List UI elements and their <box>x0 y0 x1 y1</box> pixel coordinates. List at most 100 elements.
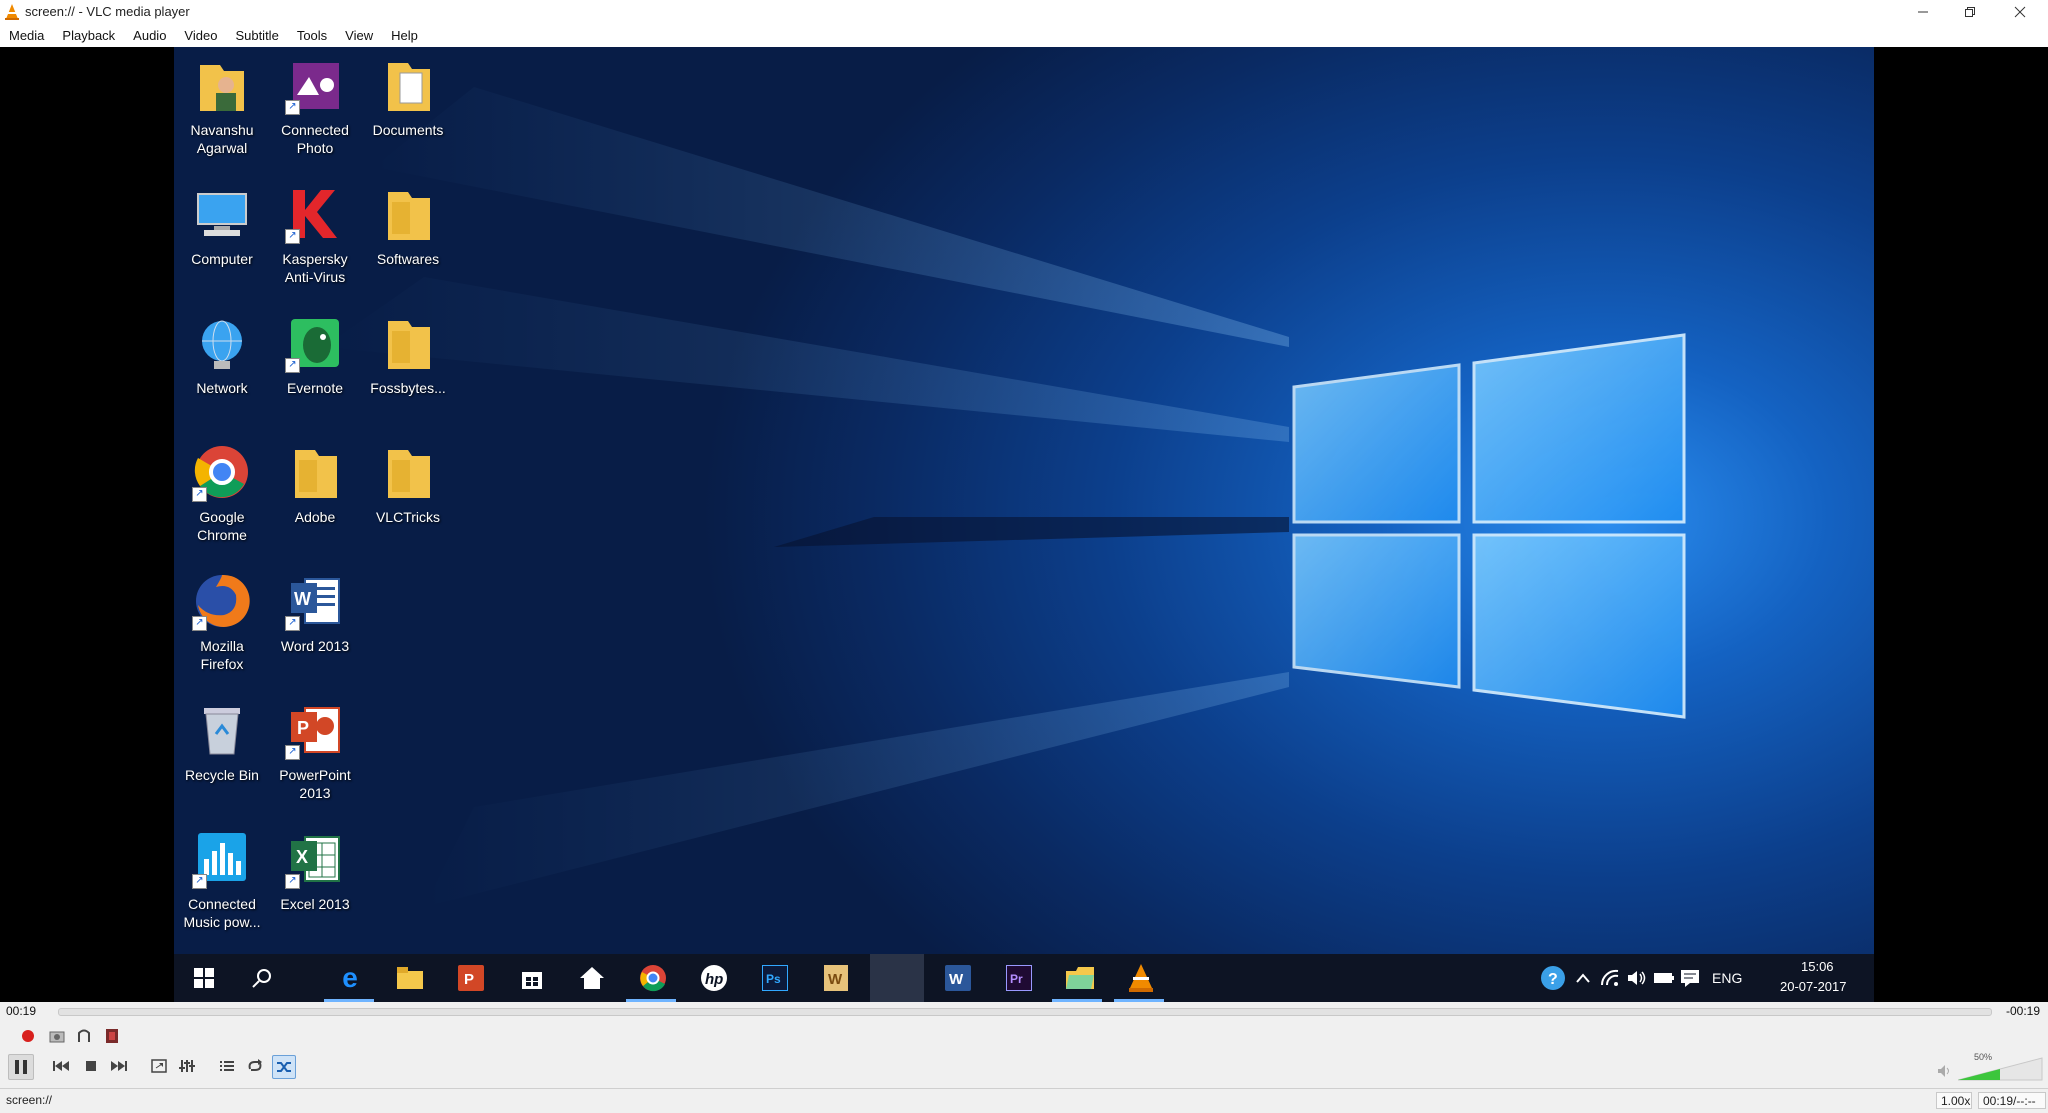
search-icon[interactable] <box>246 962 278 994</box>
shortcut-arrow-icon: ↗ <box>192 874 207 889</box>
taskbar-date[interactable]: 20-07-2017 <box>1780 979 1847 994</box>
frame-by-frame-button[interactable] <box>101 1025 123 1047</box>
snapshot-button[interactable] <box>46 1025 68 1047</box>
fullscreen-icon <box>151 1059 167 1073</box>
playback-speed[interactable]: 1.00x <box>1936 1092 1972 1109</box>
desktop-icon-chrome[interactable]: ↗ Google Chrome <box>174 442 270 544</box>
taskbar-time[interactable]: 15:06 <box>1801 959 1834 974</box>
loop-ab-button[interactable] <box>73 1025 95 1047</box>
desktop-icon-label: Recycle Bin <box>185 767 259 783</box>
next-button[interactable] <box>108 1055 130 1077</box>
desktop-icon-evernote[interactable]: ↗ Evernote <box>267 313 363 397</box>
menu-video[interactable]: Video <box>175 25 226 47</box>
stop-button[interactable] <box>80 1055 102 1077</box>
desktop-icon-recycle-bin[interactable]: Recycle Bin <box>174 700 270 784</box>
shortcut-arrow-icon: ↗ <box>192 487 207 502</box>
help-icon[interactable]: ? <box>1537 962 1569 994</box>
language-indicator[interactable]: ENG <box>1712 970 1742 986</box>
close-button[interactable] <box>1997 0 2043 24</box>
vlc-taskbar-icon[interactable] <box>1125 962 1157 994</box>
file-explorer-icon[interactable] <box>394 962 426 994</box>
menu-subtitle[interactable]: Subtitle <box>226 25 287 47</box>
video-area[interactable]: Navanshu Agarwal ↗ Connected Photo Document… <box>0 47 2048 1002</box>
desktop-icon-folder[interactable]: Fossbytes... <box>360 313 456 397</box>
desktop-icon-computer[interactable]: Computer <box>174 184 270 268</box>
remaining-time[interactable]: -00:19 <box>2006 1004 2040 1018</box>
word-icon[interactable]: W <box>942 962 974 994</box>
notifications-icon[interactable] <box>1674 962 1706 994</box>
previous-icon <box>53 1061 69 1071</box>
folder-icon[interactable] <box>1064 962 1096 994</box>
desktop-icon-documents-folder[interactable]: Documents <box>360 55 456 139</box>
restore-button[interactable] <box>1947 0 1993 24</box>
evernote-icon: ↗ <box>285 313 345 373</box>
shuffle-icon <box>277 1062 291 1072</box>
desktop-icon-label: PowerPoint 2013 <box>279 767 351 801</box>
desktop-icon-kaspersky[interactable]: ↗ Kaspersky Anti-Virus <box>267 184 363 286</box>
home-icon[interactable] <box>576 962 608 994</box>
folder-icon <box>378 184 438 244</box>
premiere-icon[interactable]: Pr <box>1003 962 1035 994</box>
store-icon[interactable] <box>516 962 548 994</box>
extended-settings-button[interactable] <box>176 1055 198 1077</box>
folder-icon <box>285 442 345 502</box>
restore-icon <box>1965 7 1975 17</box>
desktop-icon-network[interactable]: Network <box>174 313 270 397</box>
chrome-icon[interactable] <box>637 962 669 994</box>
desktop-icon-label: Adobe <box>294 509 336 525</box>
record-icon <box>22 1030 34 1042</box>
hp-icon[interactable]: hp <box>698 962 730 994</box>
desktop-icon-music[interactable]: ↗ Connected Music pow... <box>174 829 270 931</box>
film-icon <box>106 1029 118 1043</box>
desktop-icon-label: Kaspersky Anti-Virus <box>282 251 348 285</box>
edge-icon[interactable]: e <box>334 962 366 994</box>
start-icon[interactable] <box>188 962 220 994</box>
volume-graphic <box>1957 1057 2043 1081</box>
desktop-icon-folder[interactable]: VLCTricks <box>360 442 456 526</box>
status-time[interactable]: 00:19/--:-- <box>1978 1092 2046 1109</box>
pause-button[interactable] <box>8 1054 34 1080</box>
record-button[interactable] <box>17 1025 39 1047</box>
desktop-icon-label: Connected Music pow... <box>183 896 261 930</box>
mute-button[interactable] <box>1936 1062 1954 1080</box>
desktop-icon-folder[interactable]: Adobe <box>267 442 363 526</box>
desktop-icon-connected-photo[interactable]: ↗ Connected Photo <box>267 55 363 157</box>
svg-text:hp: hp <box>705 971 723 988</box>
menu-view[interactable]: View <box>336 25 382 47</box>
photoshop-icon[interactable]: Ps <box>759 962 791 994</box>
shortcut-arrow-icon: ↗ <box>285 358 300 373</box>
playlist-button[interactable] <box>216 1055 238 1077</box>
fullscreen-button[interactable] <box>148 1055 170 1077</box>
loop-button[interactable] <box>244 1055 266 1077</box>
desktop-icon-label: Google Chrome <box>197 509 247 543</box>
previous-button[interactable] <box>50 1055 72 1077</box>
volume-slider[interactable]: 50% <box>1957 1052 2044 1082</box>
folder-icon <box>378 442 438 502</box>
svg-text:W: W <box>828 971 843 988</box>
menu-playback[interactable]: Playback <box>53 25 124 47</box>
shuffle-button[interactable] <box>272 1055 296 1079</box>
desktop-icon-word[interactable]: W ↗ Word 2013 <box>267 571 363 655</box>
kaspersky-icon: ↗ <box>285 184 345 244</box>
user-folder-icon <box>192 55 252 115</box>
desktop-icon-label: Evernote <box>286 380 344 396</box>
camera-icon <box>49 1031 65 1043</box>
menu-help[interactable]: Help <box>382 25 427 47</box>
desktop-icon-powerpoint[interactable]: P ↗ PowerPoint 2013 <box>267 700 363 802</box>
seek-slider[interactable] <box>58 1008 1992 1016</box>
desktop-icon-folder[interactable]: Softwares <box>360 184 456 268</box>
firefox-icon: ↗ <box>192 571 252 631</box>
desktop-icon-firefox[interactable]: ↗ Mozilla Firefox <box>174 571 270 673</box>
music-icon: ↗ <box>192 829 252 889</box>
desktop-icon-label: VLCTricks <box>375 509 441 525</box>
minimize-button[interactable] <box>1900 0 1946 24</box>
menu-audio[interactable]: Audio <box>124 25 175 47</box>
shortcut-arrow-icon: ↗ <box>285 874 300 889</box>
captured-desktop: Navanshu Agarwal ↗ Connected Photo Document… <box>174 47 1874 1002</box>
desktop-icon-excel[interactable]: X ↗ Excel 2013 <box>267 829 363 913</box>
word-alt-icon[interactable]: W <box>820 962 852 994</box>
desktop-icon-user-folder[interactable]: Navanshu Agarwal <box>174 55 270 157</box>
powerpoint-icon[interactable]: P <box>455 962 487 994</box>
menu-media[interactable]: Media <box>0 25 53 47</box>
menu-tools[interactable]: Tools <box>288 25 336 47</box>
